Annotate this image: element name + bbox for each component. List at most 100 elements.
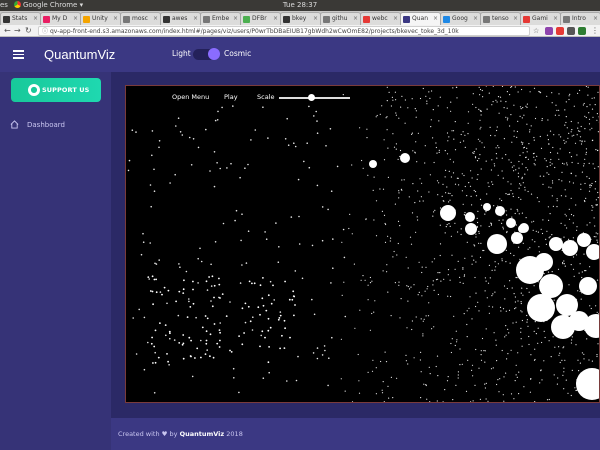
- data-point: [178, 342, 181, 344]
- extension-icon[interactable]: [567, 27, 575, 35]
- data-point: [461, 190, 463, 192]
- tab-close-icon[interactable]: ×: [433, 13, 438, 25]
- data-point: [292, 295, 295, 297]
- data-point: [166, 353, 168, 355]
- data-point: [349, 213, 351, 215]
- toggle-switch-knob[interactable]: [208, 48, 220, 60]
- data-point: [478, 157, 480, 160]
- data-point: [234, 219, 236, 222]
- open-menu-button[interactable]: Open Menu: [172, 93, 209, 101]
- extension-icon[interactable]: [578, 27, 586, 35]
- os-clock[interactable]: Tue 28:37: [0, 0, 600, 11]
- data-point: [516, 130, 518, 133]
- data-point: [442, 401, 444, 402]
- data-point: [589, 129, 591, 131]
- support-us-button[interactable]: ● SUPPORT US: [11, 78, 101, 102]
- data-point: [452, 87, 454, 89]
- data-point: [270, 302, 273, 305]
- data-point: [415, 110, 417, 112]
- data-point: [225, 315, 228, 317]
- data-point: [493, 163, 495, 165]
- tab-close-icon[interactable]: ×: [553, 13, 558, 25]
- data-point: [449, 158, 451, 160]
- data-point: [503, 138, 505, 140]
- data-point: [293, 142, 295, 144]
- browser-tab[interactable]: tenso ×: [480, 12, 521, 25]
- tab-close-icon[interactable]: ×: [273, 13, 278, 25]
- data-point: [496, 101, 498, 103]
- browser-tab[interactable]: Gami ×: [520, 12, 561, 25]
- data-point: [517, 352, 519, 354]
- data-point: [509, 125, 511, 127]
- tab-close-icon[interactable]: ×: [33, 13, 38, 25]
- browser-tab[interactable]: mosc ×: [120, 12, 161, 25]
- browser-tab[interactable]: DFBr ×: [240, 12, 281, 25]
- browser-tab[interactable]: Unity ×: [80, 12, 121, 25]
- tab-favicon-icon: [43, 16, 50, 23]
- data-point: [382, 188, 385, 190]
- data-point: [384, 402, 385, 403]
- data-point: [289, 336, 291, 339]
- data-point: [478, 242, 480, 244]
- extension-icon[interactable]: [556, 27, 564, 35]
- hamburger-menu-icon[interactable]: [13, 50, 24, 59]
- data-point: [411, 98, 413, 100]
- browser-tab[interactable]: bkey ×: [280, 12, 321, 25]
- data-point: [497, 145, 499, 147]
- play-button[interactable]: Play: [224, 93, 238, 101]
- browser-tab[interactable]: Goog ×: [440, 12, 481, 25]
- data-point: [439, 207, 442, 209]
- tab-close-icon[interactable]: ×: [193, 13, 198, 25]
- page-info-icon[interactable]: ⓘ: [42, 27, 48, 35]
- extension-icon[interactable]: [545, 27, 553, 35]
- tab-close-icon[interactable]: ×: [473, 13, 478, 25]
- data-point: [190, 164, 193, 166]
- address-bar[interactable]: ⓘ qv-app-front-end.s3.amazonaws.com/inde…: [38, 26, 530, 36]
- data-point: [480, 359, 483, 361]
- reload-icon[interactable]: ↻: [25, 26, 32, 36]
- data-point: [365, 218, 367, 220]
- data-point: [498, 112, 500, 114]
- browser-tab[interactable]: githu ×: [320, 12, 361, 25]
- tab-close-icon[interactable]: ×: [393, 13, 398, 25]
- data-point: [336, 165, 339, 168]
- browser-tab[interactable]: Quan ×: [400, 12, 441, 25]
- bookmark-star-icon[interactable]: ☆: [533, 26, 539, 36]
- data-point: [507, 353, 509, 355]
- tab-close-icon[interactable]: ×: [353, 13, 358, 25]
- tab-close-icon[interactable]: ×: [513, 13, 518, 25]
- chrome-menu-icon[interactable]: ⋮: [591, 26, 599, 36]
- browser-tab[interactable]: Stats ×: [0, 12, 41, 25]
- browser-tab[interactable]: My D ×: [40, 12, 81, 25]
- visualization-canvas[interactable]: Open Menu Play Scale: [125, 85, 600, 403]
- tab-close-icon[interactable]: ×: [593, 13, 598, 25]
- back-icon[interactable]: ←: [4, 26, 11, 36]
- data-point-cluster: [576, 368, 599, 400]
- browser-tab[interactable]: awes ×: [160, 12, 201, 25]
- browser-tab[interactable]: webc ×: [360, 12, 401, 25]
- data-point: [181, 134, 184, 136]
- data-point: [479, 88, 482, 91]
- forward-icon[interactable]: →: [14, 26, 21, 36]
- tab-close-icon[interactable]: ×: [73, 13, 78, 25]
- tab-close-icon[interactable]: ×: [233, 13, 238, 25]
- browser-tab[interactable]: Embe ×: [200, 12, 241, 25]
- point-cloud[interactable]: [126, 86, 600, 403]
- data-point: [538, 251, 540, 253]
- brand-logo[interactable]: QuantumViz: [44, 47, 115, 62]
- tab-close-icon[interactable]: ×: [113, 13, 118, 25]
- browser-tab[interactable]: Intro ×: [560, 12, 600, 25]
- scale-slider-thumb[interactable]: [307, 94, 315, 101]
- data-point: [513, 130, 515, 132]
- data-point: [421, 295, 423, 297]
- data-point: [373, 311, 375, 313]
- data-point: [581, 141, 583, 143]
- data-point: [549, 130, 552, 132]
- tab-label: Unity: [92, 15, 108, 22]
- footer-brand[interactable]: QuantumViz: [180, 430, 225, 438]
- data-point: [154, 262, 156, 265]
- data-point: [433, 211, 435, 213]
- tab-close-icon[interactable]: ×: [313, 13, 318, 25]
- data-point: [532, 229, 534, 231]
- tab-close-icon[interactable]: ×: [153, 13, 158, 25]
